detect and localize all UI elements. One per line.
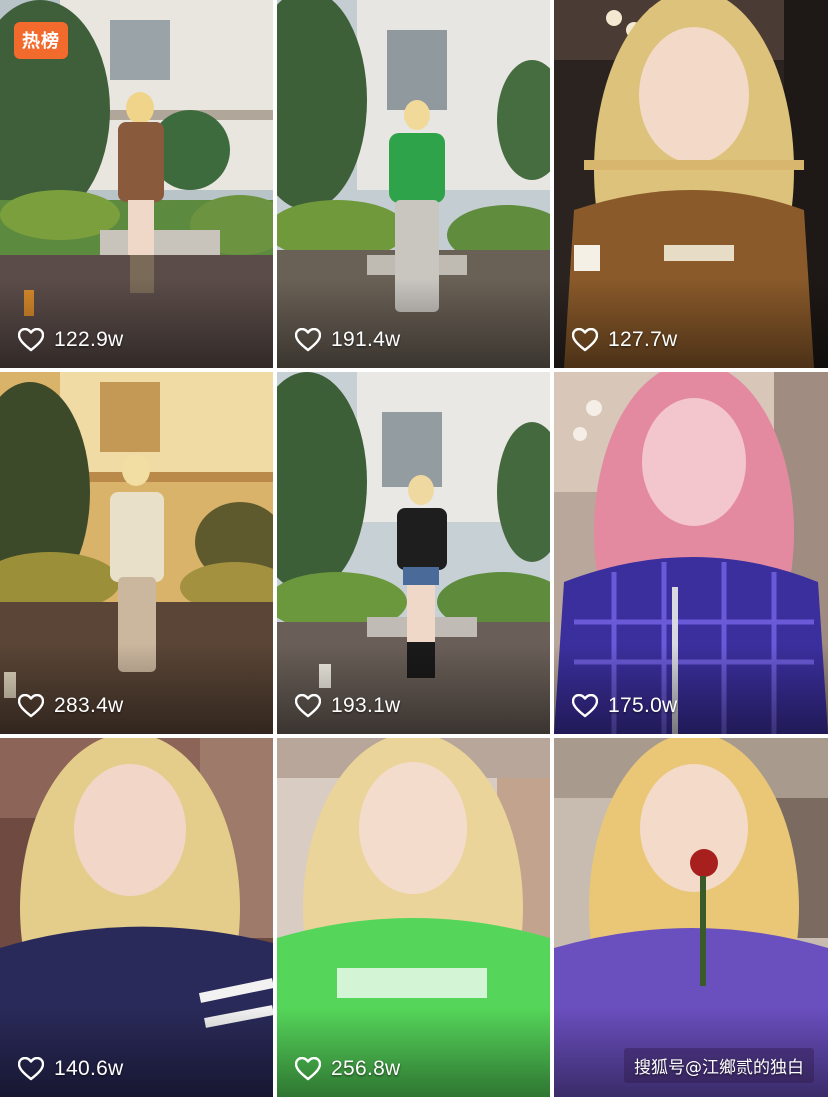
video-tile[interactable]: 193.1w (277, 372, 550, 734)
video-tile[interactable]: 191.4w (277, 0, 550, 368)
overlay-gradient (554, 644, 828, 734)
like-count: 191.4w (295, 328, 401, 352)
overlay-gradient (277, 644, 550, 734)
like-count-value: 122.9w (54, 328, 124, 351)
heart-outline-icon (18, 1057, 44, 1081)
video-tile[interactable]: 搜狐号@江鄉贰的独白 (554, 738, 828, 1097)
heart-outline-icon (572, 328, 598, 352)
overlay-gradient (0, 644, 273, 734)
heart-outline-icon (18, 694, 44, 718)
like-count: 140.6w (18, 1057, 124, 1081)
like-count-value: 283.4w (54, 694, 124, 717)
video-tile[interactable]: 140.6w (0, 738, 273, 1097)
heart-outline-icon (18, 328, 44, 352)
overlay-gradient (277, 278, 550, 368)
like-count-value: 175.0w (608, 694, 678, 717)
like-count-value: 127.7w (608, 328, 678, 351)
hot-list-badge: 热榜 (14, 22, 68, 59)
like-count: 256.8w (295, 1057, 401, 1081)
video-tile[interactable]: 127.7w (554, 0, 828, 368)
video-tile[interactable]: 175.0w (554, 372, 828, 734)
video-tile[interactable]: 热榜 122.9w (0, 0, 273, 368)
source-watermark: 搜狐号@江鄉贰的独白 (624, 1048, 814, 1083)
like-count: 193.1w (295, 694, 401, 718)
overlay-gradient (277, 1007, 550, 1097)
like-count-value: 140.6w (54, 1057, 124, 1080)
overlay-gradient (0, 1007, 273, 1097)
video-tile[interactable]: 256.8w (277, 738, 550, 1097)
overlay-gradient (0, 278, 273, 368)
like-count-value: 191.4w (331, 328, 401, 351)
heart-outline-icon (295, 328, 321, 352)
like-count: 175.0w (572, 694, 678, 718)
like-count: 283.4w (18, 694, 124, 718)
like-count: 127.7w (572, 328, 678, 352)
video-tile[interactable]: 283.4w (0, 372, 273, 734)
like-count: 122.9w (18, 328, 124, 352)
heart-outline-icon (572, 694, 598, 718)
video-grid: 热榜 122.9w 191.4w 127.7w 283.4w 193.1w 17… (0, 0, 828, 1097)
like-count-value: 256.8w (331, 1057, 401, 1080)
heart-outline-icon (295, 1057, 321, 1081)
heart-outline-icon (295, 694, 321, 718)
overlay-gradient (554, 278, 828, 368)
like-count-value: 193.1w (331, 694, 401, 717)
